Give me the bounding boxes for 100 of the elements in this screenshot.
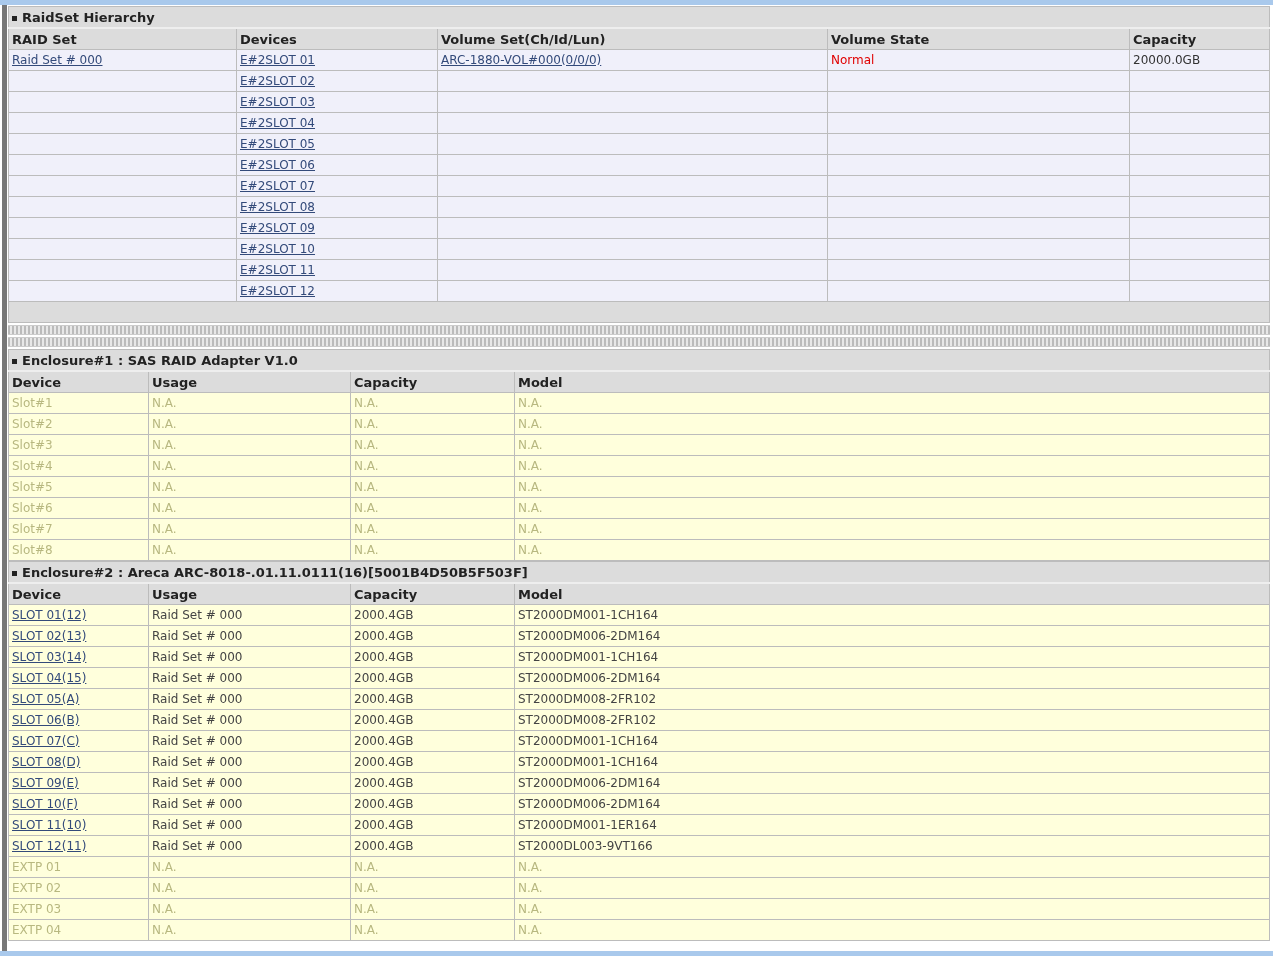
splitter-bar[interactable] [8, 337, 1270, 347]
table-cell: Raid Set # 000 [148, 730, 351, 752]
column-header: Usage [148, 371, 351, 393]
capacity-value: 20000.0GB [1133, 53, 1201, 67]
device-link[interactable]: E#2SLOT 07 [240, 179, 315, 193]
table-cell: Raid Set # 000 [148, 814, 351, 836]
table-cell: Raid Set # 000 [148, 772, 351, 794]
device-link[interactable]: E#2SLOT 02 [240, 74, 315, 88]
device-link[interactable]: E#2SLOT 04 [240, 116, 315, 130]
column-header: Volume Set(Ch/Id/Lun) [437, 28, 828, 50]
device-link[interactable]: SLOT 08(D) [12, 755, 81, 769]
table-cell: N.A. [148, 413, 351, 435]
column-header: Capacity [1129, 28, 1270, 50]
device-link[interactable]: E#2SLOT 06 [240, 158, 315, 172]
device-label: EXTP 01 [12, 860, 62, 874]
table-cell: Raid Set # 000 [148, 625, 351, 647]
device-label: Slot#3 [12, 438, 53, 452]
table-cell: N.A. [148, 392, 351, 414]
bullet-icon [12, 570, 17, 576]
column-header: RAID Set [8, 28, 237, 50]
device-label: EXTP 02 [12, 881, 62, 895]
device-label: EXTP 04 [12, 923, 62, 937]
table-cell: ST2000DM001-1CH164 [514, 730, 1270, 752]
table-cell: N.A. [514, 392, 1270, 414]
device-link[interactable]: E#2SLOT 10 [240, 242, 315, 256]
table-cell: Raid Set # 000 [148, 835, 351, 857]
table-cell: N.A. [514, 476, 1270, 498]
table-cell: ST2000DM006-2DM164 [514, 625, 1270, 647]
table-cell: Raid Set # 000 [148, 751, 351, 773]
table-cell: ST2000DM006-2DM164 [514, 667, 1270, 689]
column-header: Capacity [350, 583, 515, 605]
table-cell: ST2000DM001-1CH164 [514, 604, 1270, 626]
table-cell: ST2000DM008-2FR102 [514, 688, 1270, 710]
device-label: Slot#5 [12, 480, 53, 494]
bullet-icon [12, 15, 17, 21]
device-link[interactable]: SLOT 05(A) [12, 692, 80, 706]
device-link[interactable]: SLOT 03(14) [12, 650, 87, 664]
section-title: Enclosure#1 : SAS RAID Adapter V1.0 [22, 352, 298, 368]
device-link[interactable]: SLOT 09(E) [12, 776, 79, 790]
table-cell: N.A. [514, 919, 1270, 941]
device-link[interactable]: E#2SLOT 05 [240, 137, 315, 151]
table-cell: ST2000DM001-1CH164 [514, 646, 1270, 668]
table-cell: N.A. [148, 476, 351, 498]
device-link[interactable]: E#2SLOT 12 [240, 284, 315, 298]
device-label: Slot#4 [12, 459, 53, 473]
column-header: Device [8, 583, 149, 605]
table-cell: Raid Set # 000 [148, 667, 351, 689]
table-cell: N.A. [514, 518, 1270, 540]
table-cell: N.A. [514, 413, 1270, 435]
device-link[interactable]: E#2SLOT 11 [240, 263, 315, 277]
table-cell: N.A. [514, 497, 1270, 519]
device-link[interactable]: E#2SLOT 08 [240, 200, 315, 214]
volume-set-link[interactable]: ARC-1880-VOL#000(0/0/0) [441, 53, 602, 67]
table-cell: ST2000DL003-9VT166 [514, 835, 1270, 857]
device-link[interactable]: SLOT 07(C) [12, 734, 80, 748]
raid-set-link[interactable]: Raid Set # 000 [12, 53, 103, 67]
device-link[interactable]: E#2SLOT 09 [240, 221, 315, 235]
device-label: EXTP 03 [12, 902, 62, 916]
device-link[interactable]: SLOT 12(11) [12, 839, 87, 853]
device-link[interactable]: SLOT 10(F) [12, 797, 78, 811]
device-label: Slot#1 [12, 396, 53, 410]
device-link[interactable]: E#2SLOT 03 [240, 95, 315, 109]
device-link[interactable]: SLOT 01(12) [12, 608, 87, 622]
table-cell: N.A. [148, 539, 351, 561]
section-title: Enclosure#2 : Areca ARC-8018-.01.11.0111(16)[5001B4D50B5F503F] [22, 564, 528, 580]
table-cell: ST2000DM006-2DM164 [514, 793, 1270, 815]
table-cell: Raid Set # 000 [148, 604, 351, 626]
table-cell: N.A. [514, 856, 1270, 878]
column-header: Device [8, 371, 149, 393]
column-header: Volume State [827, 28, 1130, 50]
column-header: Capacity [350, 371, 515, 393]
table-cell: ST2000DM006-2DM164 [514, 772, 1270, 794]
device-link[interactable]: SLOT 02(13) [12, 629, 87, 643]
table-cell: ST2000DM008-2FR102 [514, 709, 1270, 731]
table-cell: N.A. [148, 856, 351, 878]
device-label: Slot#7 [12, 522, 53, 536]
device-label: Slot#6 [12, 501, 53, 515]
volume-state: Normal [831, 53, 875, 67]
device-link[interactable]: SLOT 11(10) [12, 818, 87, 832]
table-cell: N.A. [514, 877, 1270, 899]
table-cell: ST2000DM001-1CH164 [514, 751, 1270, 773]
table-cell: Raid Set # 000 [148, 688, 351, 710]
table-cell: N.A. [514, 434, 1270, 456]
bullet-icon [12, 358, 17, 364]
table-cell: N.A. [514, 539, 1270, 561]
table-cell: N.A. [148, 877, 351, 899]
table-cell: Raid Set # 000 [148, 793, 351, 815]
table-cell: N.A. [148, 898, 351, 920]
column-header: Model [514, 583, 1270, 605]
table-cell: ST2000DM001-1ER164 [514, 814, 1270, 836]
column-header: Devices [236, 28, 438, 50]
device-link[interactable]: SLOT 04(15) [12, 671, 87, 685]
device-link[interactable]: E#2SLOT 01 [240, 53, 315, 67]
table-cell: N.A. [148, 497, 351, 519]
device-link[interactable]: SLOT 06(B) [12, 713, 80, 727]
device-label: Slot#8 [12, 543, 53, 557]
table-cell: N.A. [148, 455, 351, 477]
splitter-bar[interactable] [8, 325, 1270, 335]
table-cell: N.A. [148, 434, 351, 456]
table-cell: N.A. [514, 898, 1270, 920]
